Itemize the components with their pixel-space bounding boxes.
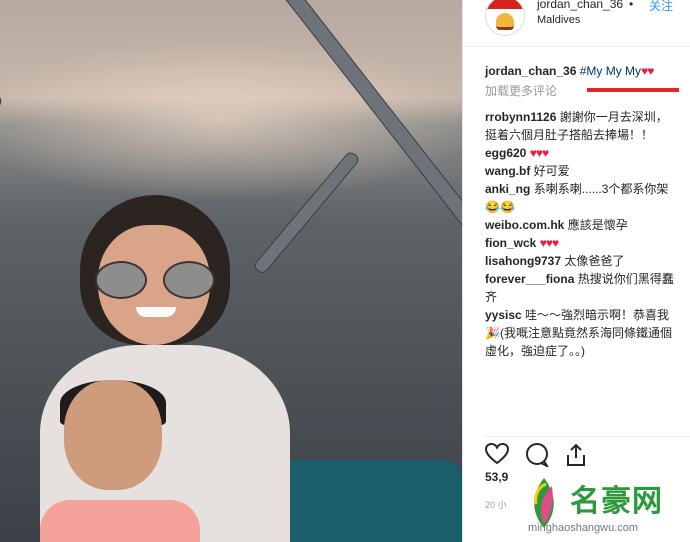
location-link[interactable]: Maldives — [537, 14, 580, 26]
comment-item: fion_wck ♥♥♥ — [485, 234, 690, 252]
comment-item: anki_ng 系喇系喇......3个都系你架 — [485, 180, 690, 198]
comment-username[interactable]: egg620 — [485, 146, 526, 160]
likes-count[interactable]: 53,9 — [485, 470, 508, 484]
action-bar — [483, 436, 690, 469]
comment-username[interactable]: forever___fiona — [485, 272, 574, 286]
avatar[interactable] — [485, 0, 525, 36]
caption-hashtag[interactable]: #My My My — [580, 64, 641, 78]
comment-item: forever___fiona 热搜说你们黑得蠢 — [485, 270, 690, 288]
comment-text: 系喇系喇......3个都系你架 — [533, 182, 669, 196]
comment-username[interactable]: weibo.com.hk — [485, 218, 564, 232]
comment-username[interactable]: rrobynn1126 — [485, 110, 556, 124]
watermark-url: minghaoshangwu.com — [528, 522, 639, 534]
comment-text: 謝謝你一月去深圳， — [559, 110, 668, 124]
comment-text: 應該是懷孕 — [567, 218, 628, 232]
follow-button[interactable]: 关注 — [649, 0, 673, 14]
comment-item: yysisc 哇～～強烈暗示啊！恭喜我 — [485, 306, 690, 324]
post-panel: jordan_chan_36 • 关注 Maldives jordan_chan… — [462, 0, 690, 542]
comment-username[interactable]: anki_ng — [485, 182, 530, 196]
comments-list: jordan_chan_36 #My My My♥♥ 加载更多评论 rrobyn… — [485, 62, 690, 360]
comment-item: wang.bf 好可爱 — [485, 162, 690, 180]
burger-icon — [496, 13, 514, 30]
comment-text: 哇～～強烈暗示啊！恭喜我 — [525, 308, 670, 322]
comment-item: rrobynn1126 謝謝你一月去深圳， — [485, 108, 690, 126]
watermark-logo: 名豪网 minghaoshangwu.com — [518, 468, 690, 542]
comment-item: weibo.com.hk 應該是懷孕 — [485, 216, 690, 234]
caption-username[interactable]: jordan_chan_36 — [485, 64, 576, 78]
comment-item: lisahong9737 太像爸爸了 — [485, 252, 690, 270]
comment-username[interactable]: fion_wck — [485, 236, 536, 250]
comment-text: 热搜说你们黑得蠢 — [577, 272, 674, 286]
post-header: jordan_chan_36 • 关注 Maldives — [463, 0, 690, 47]
heart-outline-icon[interactable] — [484, 442, 510, 471]
header-username[interactable]: jordan_chan_36 — [537, 0, 623, 11]
comment-text: 好可爱 — [533, 164, 570, 178]
separator-dot: • — [629, 0, 634, 11]
heart-icon: ♥♥ — [641, 64, 654, 78]
comment-text-continued: 齐 — [485, 290, 498, 304]
comment-username[interactable]: wang.bf — [485, 164, 530, 178]
comment-text-continued: 😂😂 — [485, 200, 515, 214]
heart-icon: ♥♥♥ — [529, 146, 549, 160]
comment-item: egg620 ♥♥♥ — [485, 144, 690, 162]
comment-text-continued: 🎉(我嘅注意點竟然系海同條鐵通個 — [485, 326, 672, 340]
comment-text: 太像爸爸了 — [564, 254, 625, 268]
post-time: 20 小 — [485, 500, 507, 510]
highlight-underline — [587, 88, 679, 92]
heart-icon: ♥♥♥ — [539, 236, 559, 250]
caption: jordan_chan_36 #My My My♥♥ — [485, 62, 690, 80]
comment-text-continued: 虛化，強迫症了。。) — [485, 344, 585, 358]
boy-figure — [40, 380, 200, 542]
comment-text-continued: 挺着六個月肚子搭船去捧場！！ — [485, 128, 654, 142]
watermark-title: 名豪网 — [570, 484, 663, 519]
post-photo[interactable] — [0, 0, 462, 542]
sunglasses — [95, 261, 215, 299]
comment-username[interactable]: yysisc — [485, 308, 522, 322]
comment-username[interactable]: lisahong9737 — [485, 254, 561, 268]
